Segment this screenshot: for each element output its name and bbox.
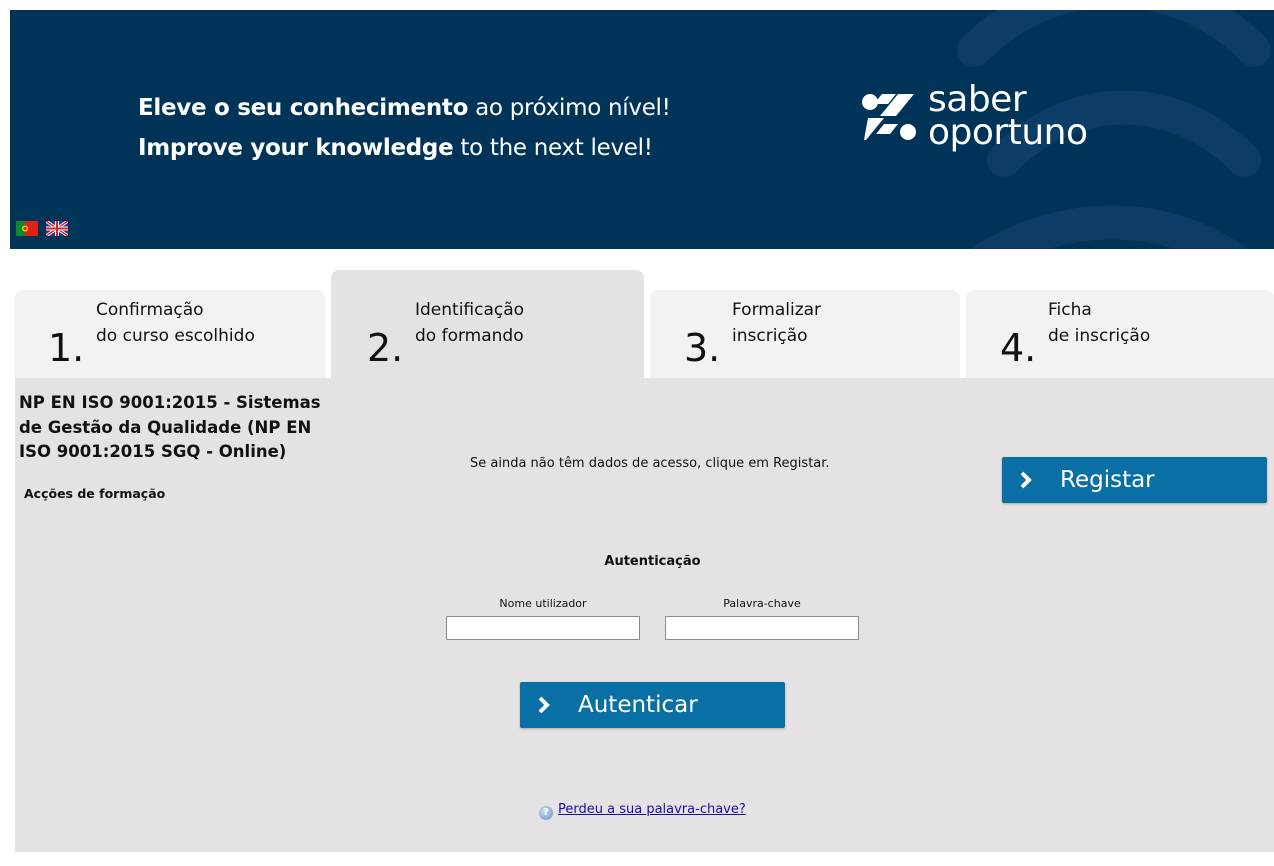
tab-step-title: Formalizar [732,300,822,320]
tab-step-3[interactable]: 3. Formalizar inscrição [650,290,960,378]
tab-step-subtitle: do formando [415,326,524,346]
saber-oportuno-logo: saber oportuno [858,82,1088,151]
tab-step-number: 3. [684,326,721,370]
tagline-pt-rest: ao próximo nível! [468,95,671,121]
course-title: NP EN ISO 9001:2015 - Sistemas de Gestão… [19,393,321,461]
identification-panel: NP EN ISO 9001:2015 - Sistemas de Gestão… [15,378,1274,852]
portugal-flag-icon[interactable] [16,221,38,236]
tagline: Eleve o seu conhecimento ao próximo níve… [138,88,671,168]
authenticate-button-label: Autenticar [578,692,698,718]
tagline-en-part: Improve your [138,135,316,161]
authenticate-button[interactable]: Autenticar [520,682,785,728]
tab-step-subtitle: inscrição [732,326,808,346]
logo-mark-icon [862,94,916,140]
chevron-right-icon [1020,471,1032,489]
tagline-pt-part: Eleve o seu [138,95,290,121]
register-hint: Se ainda não têm dados de acesso, clique… [470,456,830,471]
tagline-pt-keyword: conhecimento [289,95,469,121]
forgot-password-link[interactable]: Perdeu a sua palavra-chave? [558,802,746,817]
tab-step-1[interactable]: 1. Confirmação do curso escolhido [15,290,325,378]
tab-step-subtitle: do curso escolhido [96,326,255,346]
username-input[interactable] [446,616,640,640]
password-label: Palavra-chave [723,597,801,610]
tab-step-title: Ficha [1048,300,1092,320]
tab-step-number: 4. [1000,326,1037,370]
chevron-right-icon [538,696,550,714]
tab-step-number: 1. [48,326,85,370]
password-input[interactable] [665,616,859,640]
logo-text: saber oportuno [928,82,1088,153]
help-icon: ? [539,806,553,820]
language-selector [16,221,71,240]
header-banner: Eleve o seu conhecimento ao próximo níve… [10,10,1274,249]
tagline-en: Improve your knowledge to the next level… [138,128,671,168]
tab-step-title: Confirmação [96,300,204,320]
register-button[interactable]: Registar [1002,457,1267,503]
register-button-label: Registar [1060,467,1155,493]
tab-step-2[interactable]: 2. Identificação do formando [331,270,644,378]
username-label: Nome utilizador [499,597,587,610]
tab-step-subtitle: de inscrição [1048,326,1151,346]
step-tabs: 1. Confirmação do curso escolhido 2. Ide… [15,270,1274,378]
course-category: Acções de formação [24,486,166,501]
logo-line-2: oportuno [928,112,1088,153]
tab-step-4[interactable]: 4. Ficha de inscrição [966,290,1274,378]
auth-title: Autenticação [604,554,701,569]
tab-step-number: 2. [367,326,404,370]
forgot-password: ? Perdeu a sua palavra-chave? [539,802,746,820]
tagline-en-keyword: knowledge [315,135,454,161]
tagline-en-rest: to the next level! [453,135,653,161]
tab-step-title: Identificação [415,300,525,320]
tagline-pt: Eleve o seu conhecimento ao próximo níve… [138,88,671,128]
uk-flag-icon[interactable] [46,221,69,236]
